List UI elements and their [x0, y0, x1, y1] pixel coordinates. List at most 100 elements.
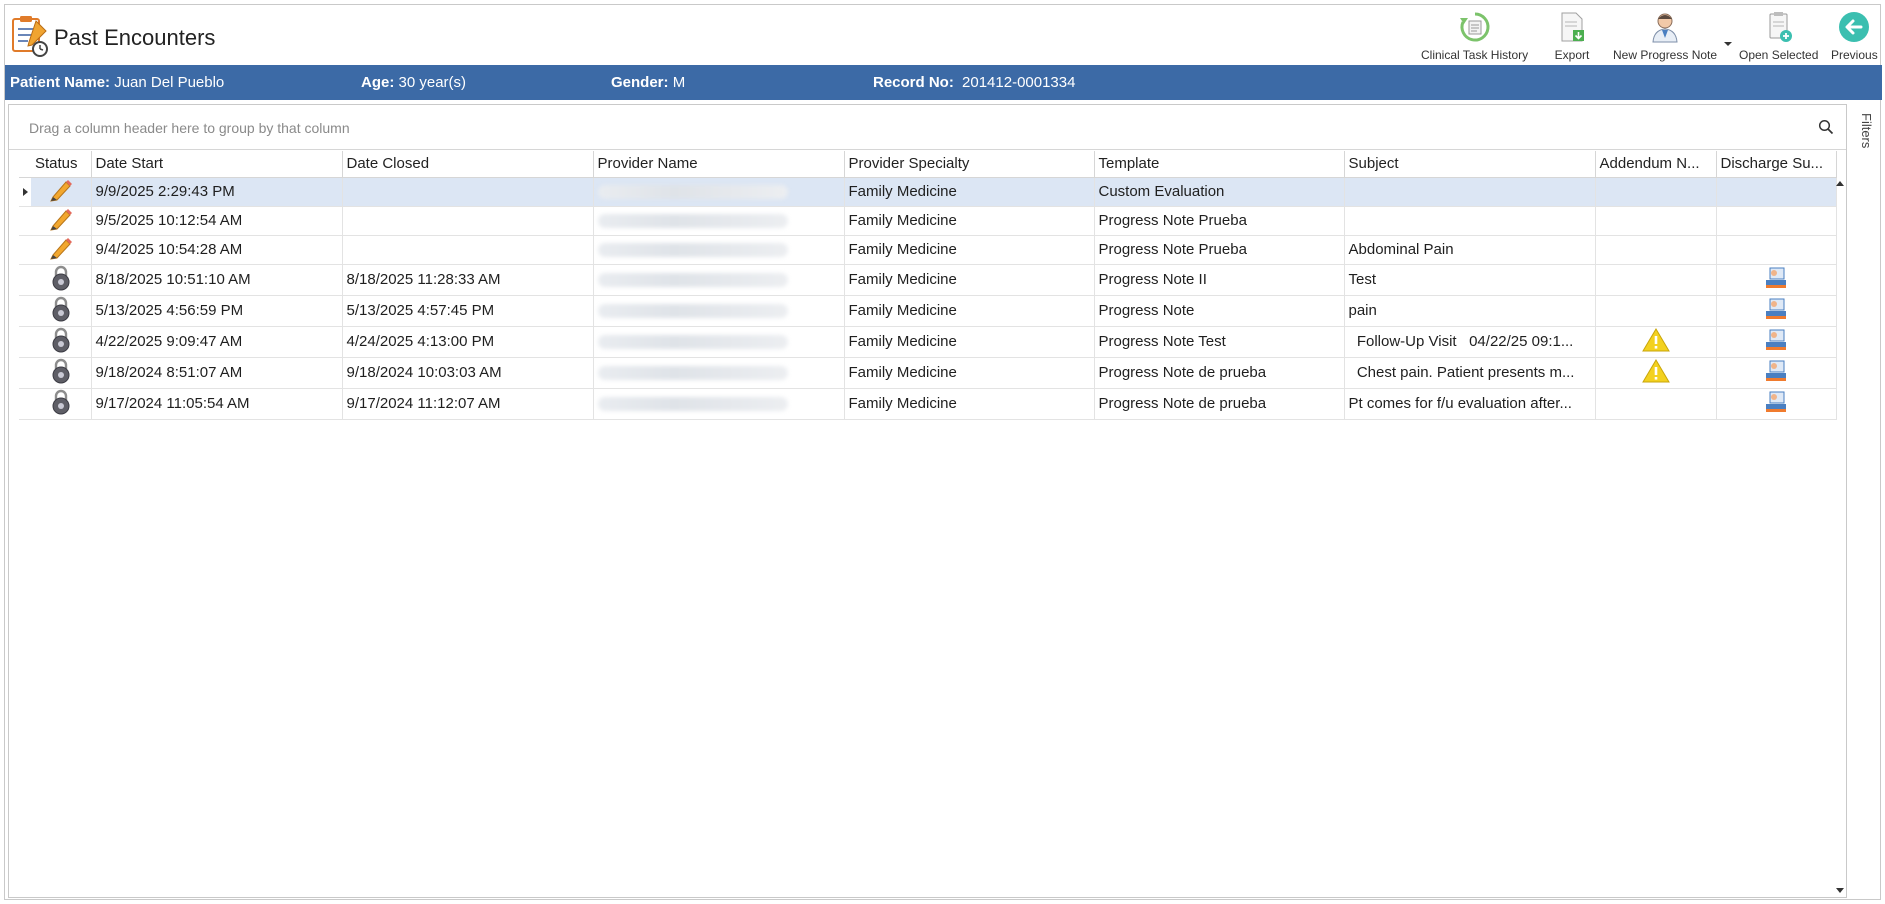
- new-progress-note-label: New Progress Note: [1613, 48, 1718, 62]
- encounters-table: Status Date Start Date Closed Provider N…: [19, 151, 1837, 420]
- row-indicator: [19, 357, 31, 389]
- subject-cell: Test: [1344, 264, 1596, 296]
- clinical-task-history-button[interactable]: Clinical Task History: [1421, 9, 1528, 63]
- table-row[interactable]: 9/18/2024 8:51:07 AM 9/18/2024 10:03:03 A…: [19, 357, 1837, 389]
- table-row[interactable]: 9/17/2024 11:05:54 AM 9/17/2024 11:12:07 …: [19, 388, 1837, 420]
- date-closed-cell: [342, 235, 594, 265]
- provider-specialty-cell: Family Medicine: [844, 326, 1095, 358]
- back-arrow-icon: [1836, 9, 1872, 45]
- pencil-icon: [48, 179, 74, 206]
- discharge-summary-icon[interactable]: [1764, 298, 1788, 325]
- provider-name-cell: [593, 177, 845, 207]
- provider-name-cell: [593, 235, 845, 265]
- redacted-provider-name: [597, 214, 788, 229]
- discharge-summary-cell[interactable]: [1716, 264, 1837, 296]
- date-closed-cell: 8/18/2025 11:28:33 AM: [342, 264, 594, 296]
- template-cell: Progress Note de prueba: [1094, 357, 1345, 389]
- vertical-scrollbar[interactable]: [1833, 177, 1847, 895]
- addendum-cell: [1595, 177, 1717, 207]
- table-header-row: Status Date Start Date Closed Provider N…: [19, 151, 1837, 178]
- date-start-cell: 9/18/2024 8:51:07 AM: [91, 357, 343, 389]
- discharge-summary-cell: [1716, 206, 1837, 236]
- search-icon[interactable]: [1818, 119, 1834, 135]
- addendum-cell: [1595, 235, 1717, 265]
- column-header-addendum[interactable]: Addendum N...: [1595, 151, 1717, 178]
- previous-button[interactable]: Previous: [1831, 9, 1878, 63]
- template-cell: Progress Note de prueba: [1094, 388, 1345, 420]
- row-indicator: [19, 388, 31, 420]
- row-indicator: [19, 295, 31, 327]
- lock-icon: [51, 327, 71, 357]
- row-indicator-header: [19, 151, 31, 178]
- column-header-provider-name[interactable]: Provider Name: [593, 151, 845, 178]
- column-header-subject[interactable]: Subject: [1344, 151, 1596, 178]
- provider-name-cell: [593, 264, 845, 296]
- date-start-cell: 9/17/2024 11:05:54 AM: [91, 388, 343, 420]
- discharge-summary-cell[interactable]: [1716, 295, 1837, 327]
- table-row[interactable]: 9/5/2025 10:12:54 AM Family Medicine Progr…: [19, 206, 1837, 236]
- new-progress-note-button[interactable]: New Progress Note: [1613, 9, 1717, 63]
- patient-name-field: Patient Name: Juan Del Pueblo: [10, 74, 224, 91]
- redacted-provider-name: [597, 273, 788, 288]
- warning-icon[interactable]: [1641, 358, 1670, 387]
- discharge-summary-cell[interactable]: [1716, 326, 1837, 358]
- new-progress-note-dropdown-icon[interactable]: [1722, 35, 1734, 46]
- title-bar: Past Encounters Clinical Task History Ex…: [5, 5, 1880, 64]
- date-closed-cell: [342, 206, 594, 236]
- status-cell: [31, 177, 92, 207]
- column-header-template[interactable]: Template: [1094, 151, 1345, 178]
- patient-name-label: Patient Name:: [10, 74, 111, 91]
- open-selected-button[interactable]: Open Selected: [1739, 9, 1818, 63]
- record-number-value: 201412-0001334: [962, 74, 1076, 91]
- warning-icon[interactable]: [1641, 327, 1670, 356]
- provider-name-cell: [593, 326, 845, 358]
- provider-specialty-cell: Family Medicine: [844, 235, 1095, 265]
- lock-icon: [51, 265, 71, 295]
- addendum-cell[interactable]: [1595, 326, 1717, 358]
- table-row[interactable]: 9/9/2025 2:29:43 PM Family Medicine Custom…: [19, 177, 1837, 207]
- addendum-cell: [1595, 295, 1717, 327]
- template-cell: Progress Note Test: [1094, 326, 1345, 358]
- provider-name-cell: [593, 388, 845, 420]
- status-cell: [31, 388, 92, 420]
- discharge-summary-icon[interactable]: [1764, 360, 1788, 387]
- patient-gender-value: M: [672, 74, 686, 91]
- filters-side-tab-label: Filters: [1859, 113, 1874, 149]
- column-header-status[interactable]: Status: [31, 151, 92, 178]
- discharge-summary-icon[interactable]: [1764, 329, 1788, 356]
- table-row[interactable]: 8/18/2025 10:51:10 AM 8/18/2025 11:28:33 …: [19, 264, 1837, 296]
- column-header-provider-specialty[interactable]: Provider Specialty: [844, 151, 1095, 178]
- discharge-summary-icon[interactable]: [1764, 267, 1788, 294]
- scroll-down-icon[interactable]: [1836, 888, 1844, 893]
- column-header-date-start[interactable]: Date Start: [91, 151, 343, 178]
- addendum-cell[interactable]: [1595, 357, 1717, 389]
- row-indicator: [19, 206, 31, 236]
- export-button[interactable]: Export: [1554, 9, 1590, 63]
- table-row[interactable]: 4/22/2025 9:09:47 AM 4/24/2025 4:13:00 PM…: [19, 326, 1837, 358]
- discharge-summary-cell[interactable]: [1716, 357, 1837, 389]
- date-closed-cell: 4/24/2025 4:13:00 PM: [342, 326, 594, 358]
- patient-age-field: Age: 30 year(s): [361, 74, 466, 91]
- clinical-task-history-label: Clinical Task History: [1421, 48, 1529, 62]
- column-header-discharge-summary[interactable]: Discharge Su...: [1716, 151, 1837, 178]
- filters-side-tab[interactable]: Filters: [1854, 103, 1882, 163]
- patient-banner: Patient Name: Juan Del Pueblo Age: 30 ye…: [5, 65, 1882, 100]
- group-by-panel[interactable]: Drag a column header here to group by th…: [9, 105, 1846, 150]
- row-indicator: [19, 177, 31, 207]
- current-row-indicator-icon: [23, 188, 28, 196]
- page-title: Past Encounters: [54, 25, 216, 50]
- column-header-date-closed[interactable]: Date Closed: [342, 151, 594, 178]
- table-row[interactable]: 5/13/2025 4:56:59 PM 5/13/2025 4:57:45 PM…: [19, 295, 1837, 327]
- table-row[interactable]: 9/4/2025 10:54:28 AM Family Medicine Progr…: [19, 235, 1837, 265]
- redacted-provider-name: [597, 366, 788, 381]
- scroll-up-icon[interactable]: [1836, 181, 1844, 186]
- date-start-cell: 4/22/2025 9:09:47 AM: [91, 326, 343, 358]
- date-start-cell: 9/9/2025 2:29:43 PM: [91, 177, 343, 207]
- subject-cell: Abdominal Pain: [1344, 235, 1596, 265]
- discharge-summary-cell[interactable]: [1716, 388, 1837, 420]
- provider-specialty-cell: Family Medicine: [844, 295, 1095, 327]
- provider-specialty-cell: Family Medicine: [844, 264, 1095, 296]
- encounters-logo-icon: [10, 13, 52, 59]
- subject-cell: Chest pain. Patient presents m...: [1344, 357, 1596, 389]
- discharge-summary-icon[interactable]: [1764, 391, 1788, 418]
